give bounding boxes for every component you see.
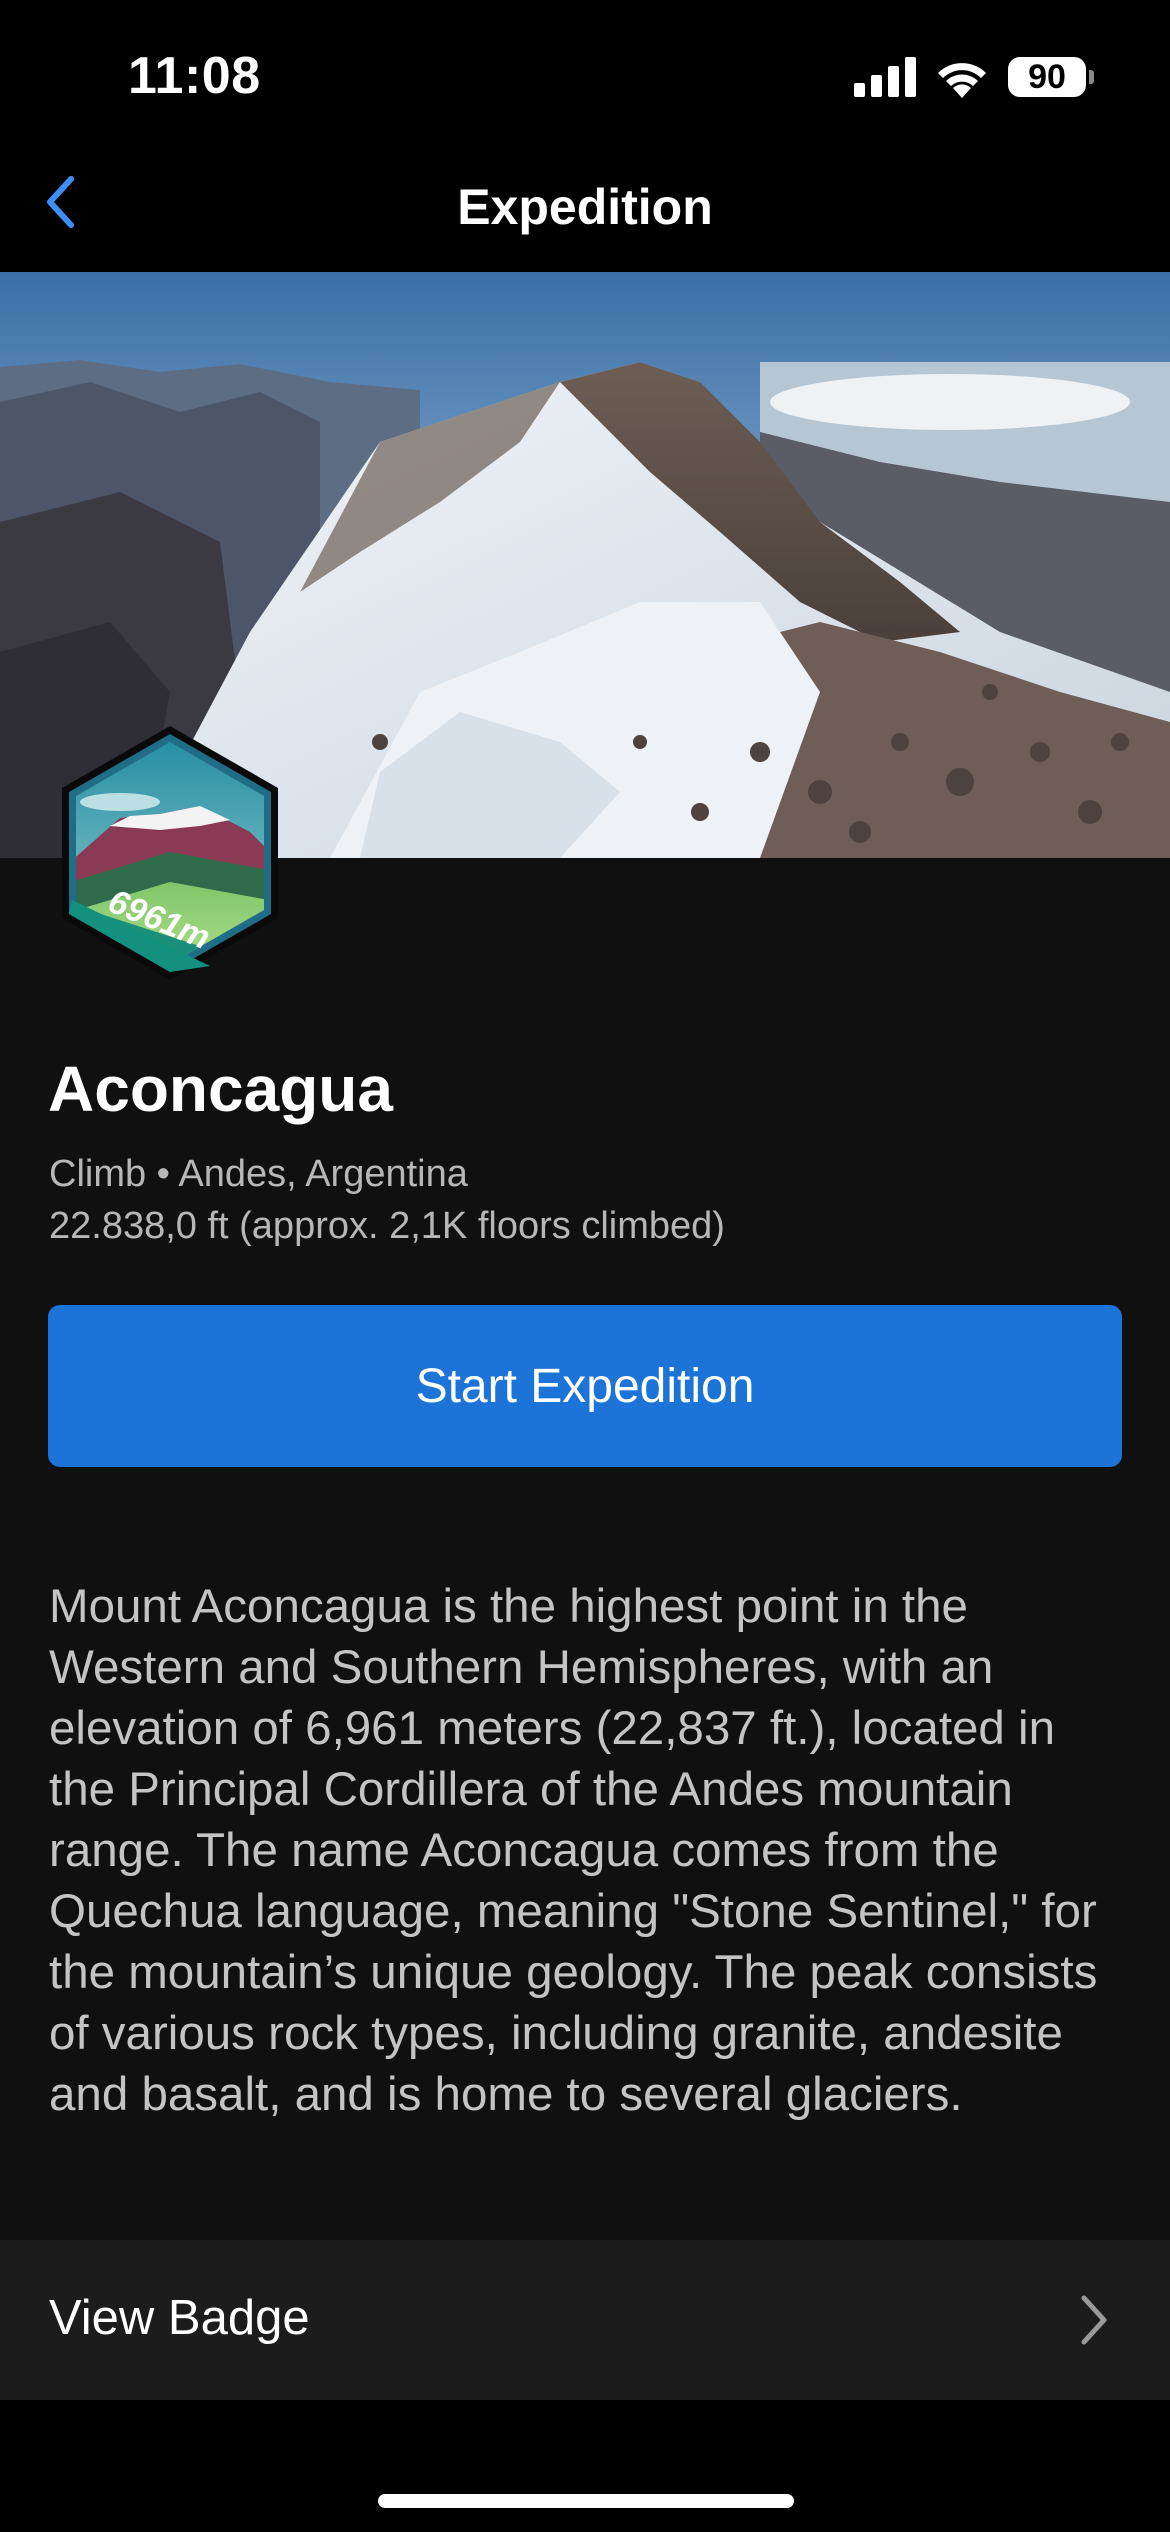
expedition-meta: Climb • Andes, Argentina 22.838,0 ft (ap… <box>49 1148 725 1252</box>
status-icons: 90 <box>854 56 1094 98</box>
battery-icon: 90 <box>1008 57 1094 97</box>
expedition-elevation: 22.838,0 ft (approx. 2,1K floors climbed… <box>49 1205 725 1247</box>
bottom-safe-area <box>0 2400 1170 2532</box>
expedition-type-location: Climb • Andes, Argentina <box>49 1153 468 1195</box>
battery-cap <box>1089 70 1094 84</box>
expedition-description: Mount Aconcagua is the highest point in … <box>49 1580 1098 2121</box>
expedition-title: Aconcagua <box>48 1053 393 1125</box>
expedition-badge: 6961m <box>50 722 290 984</box>
view-badge-label: View Badge <box>49 2291 310 2345</box>
status-bar: 11:08 90 <box>0 0 1170 150</box>
view-badge-row[interactable]: View Badge <box>0 2240 1170 2400</box>
wifi-icon <box>938 63 986 98</box>
mountain-badge-icon: 6961m <box>62 726 278 980</box>
page-title: Expedition <box>457 179 713 235</box>
home-indicator[interactable] <box>378 2494 794 2508</box>
start-expedition-button[interactable]: Start Expedition <box>48 1305 1122 1467</box>
chevron-right-icon <box>1081 2295 1107 2345</box>
status-time: 11:08 <box>128 47 261 105</box>
nav-bar: Expedition <box>0 150 1170 273</box>
battery-level: 90 <box>1008 57 1086 97</box>
cellular-signal-icon <box>854 57 916 97</box>
